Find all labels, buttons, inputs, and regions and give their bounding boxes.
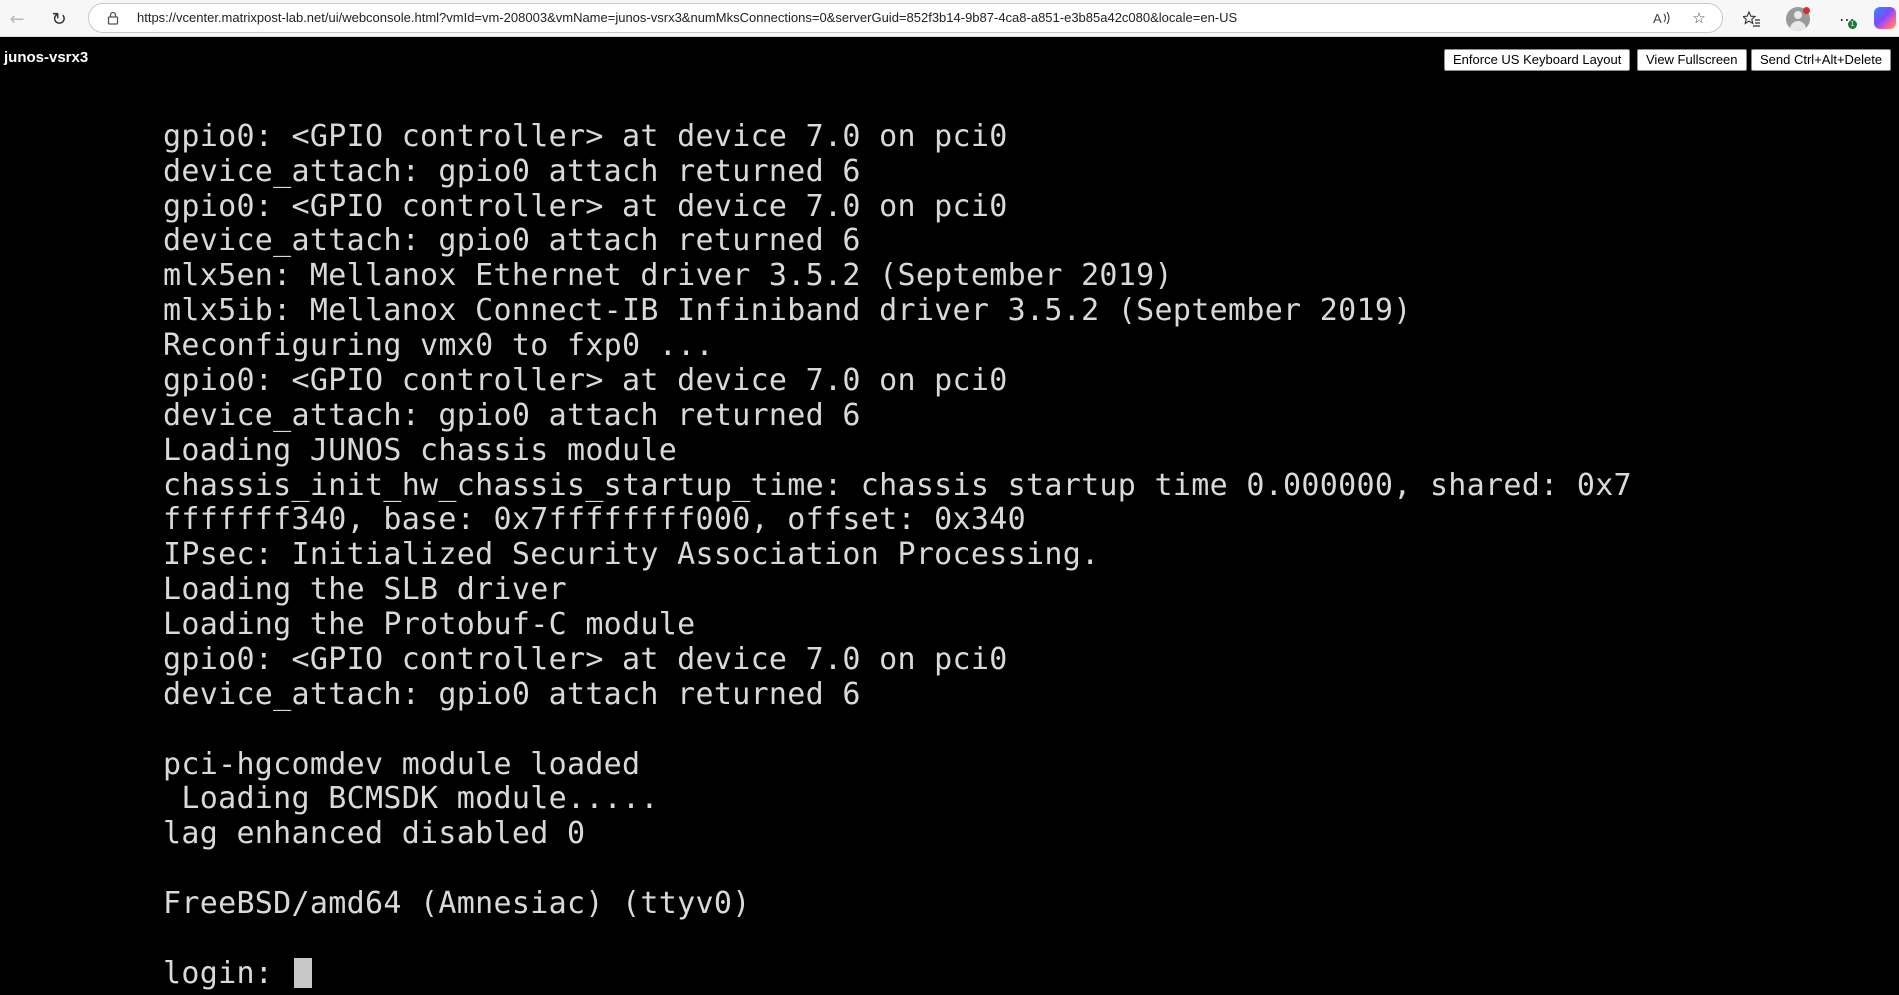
refresh-icon[interactable]: ↻	[46, 6, 72, 32]
address-bar[interactable]: https://vcenter.matrixpost-lab.net/ui/we…	[88, 3, 1723, 33]
console-header: junos-vsrx3 Enforce US Keyboard Layout V…	[0, 37, 1899, 77]
console-line: FreeBSD/amd64 (Amnesiac) (ttyv0)	[163, 886, 751, 921]
copilot-icon[interactable]	[1874, 7, 1896, 29]
back-icon[interactable]: ←	[4, 6, 30, 32]
svg-text:A: A	[1653, 11, 1662, 26]
console-line: device_attach: gpio0 attach returned 6	[163, 398, 861, 433]
favorite-star-icon[interactable]: ☆	[1688, 8, 1710, 28]
console-line: IPsec: Initialized Security Association …	[163, 537, 1100, 572]
url-text[interactable]: https://vcenter.matrixpost-lab.net/ui/we…	[137, 4, 1237, 32]
console-line: mlx5ib: Mellanox Connect-IB Infiniband d…	[163, 293, 1412, 328]
text-cursor	[293, 958, 312, 988]
console-line: Reconfiguring vmx0 to fxp0 ...	[163, 328, 714, 363]
console-line: gpio0: <GPIO controller> at device 7.0 o…	[163, 642, 1008, 677]
console-line: Loading the Protobuf-C module	[163, 607, 696, 642]
login-prompt: login:	[163, 956, 292, 991]
enforce-keyboard-button[interactable]: Enforce US Keyboard Layout	[1444, 49, 1631, 71]
read-aloud-icon[interactable]: A	[1651, 8, 1673, 28]
console-line: fffffff340, base: 0x7ffffffff000, offset…	[163, 502, 1026, 537]
console-line: chassis_init_hw_chassis_startup_time: ch…	[163, 468, 1632, 503]
console-line: mlx5en: Mellanox Ethernet driver 3.5.2 (…	[163, 258, 1173, 293]
more-menu-icon[interactable]: ⋯	[1834, 6, 1860, 32]
console-line: gpio0: <GPIO controller> at device 7.0 o…	[163, 363, 1008, 398]
console-line: gpio0: <GPIO controller> at device 7.0 o…	[163, 119, 1008, 154]
favorites-list-icon[interactable]	[1739, 6, 1765, 32]
console-line: device_attach: gpio0 attach returned 6	[163, 154, 861, 189]
console-line: gpio0: <GPIO controller> at device 7.0 o…	[163, 189, 1008, 224]
console-line: device_attach: gpio0 attach returned 6	[163, 677, 861, 712]
send-ctrl-alt-delete-button[interactable]: Send Ctrl+Alt+Delete	[1751, 49, 1892, 71]
console-line: device_attach: gpio0 attach returned 6	[163, 223, 861, 258]
console-line: Loading JUNOS chassis module	[163, 433, 678, 468]
browser-toolbar: ← ↻ https://vcenter.matrixpost-lab.net/u…	[0, 0, 1899, 37]
console-line: Loading BCMSDK module.....	[163, 781, 659, 816]
vm-console-screen[interactable]: gpio0: <GPIO controller> at device 7.0 o…	[0, 77, 1899, 995]
vm-name-title: junos-vsrx3	[4, 49, 89, 66]
lock-icon[interactable]	[105, 10, 121, 26]
extension-badge: 1	[1848, 20, 1857, 29]
login-prompt-line[interactable]: login:	[163, 957, 312, 991]
console-line: lag enhanced disabled 0	[163, 816, 586, 851]
view-fullscreen-button[interactable]: View Fullscreen	[1637, 49, 1747, 71]
profile-notification-dot	[1803, 7, 1810, 14]
console-line: pci-hgcomdev module loaded	[163, 747, 641, 782]
console-line: Loading the SLB driver	[163, 572, 567, 607]
